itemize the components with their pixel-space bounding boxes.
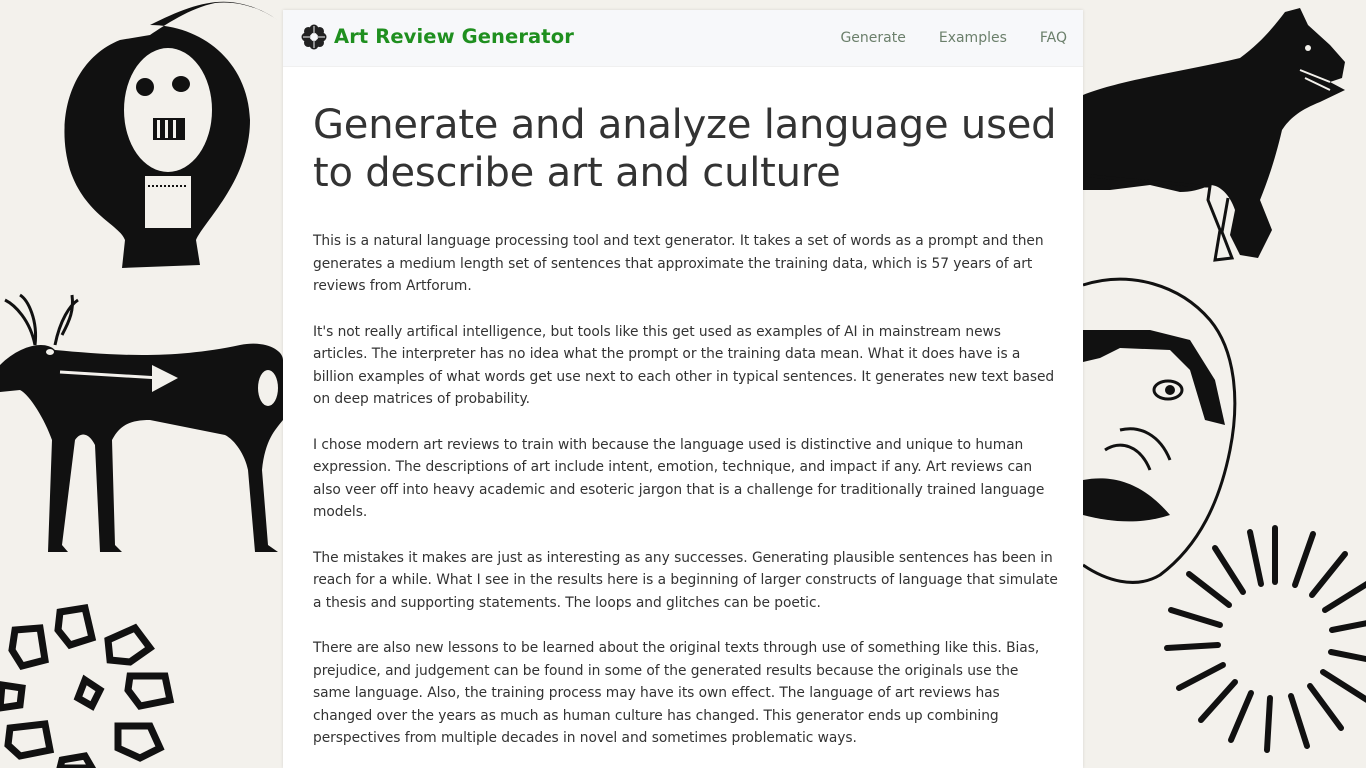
nav-generate[interactable]: Generate [840, 30, 905, 46]
scattered-shapes-illustration [0, 604, 175, 768]
wolf-illustration [1083, 8, 1345, 262]
sunburst-illustration [1164, 525, 1366, 753]
nav-links: Generate Examples FAQ [807, 10, 1067, 66]
flower-medallion-icon [301, 24, 327, 50]
nav-faq[interactable]: FAQ [1040, 30, 1067, 46]
intro-paragraph-1: This is a natural language processing to… [313, 233, 1044, 294]
navbar: Art Review Generator Generate Examples F… [283, 10, 1083, 67]
page-title: Generate and analyze language used to de… [313, 102, 1057, 196]
brand-title: Art Review Generator [334, 25, 574, 48]
main-card: Art Review Generator Generate Examples F… [283, 10, 1083, 768]
intro-paragraph-5: There are also new lessons to be learned… [313, 640, 1040, 746]
brand-link[interactable]: Art Review Generator [301, 23, 574, 51]
intro-paragraph-3: I chose modern art reviews to train with… [313, 436, 1045, 521]
mask-face-illustration [1082, 277, 1237, 584]
main-content: Generate and analyze language used to de… [283, 67, 1083, 750]
deer-illustration [0, 293, 283, 552]
skull-figure-illustration [64, 1, 280, 269]
nav-examples[interactable]: Examples [939, 30, 1007, 46]
intro-paragraph-4: The mistakes it makes are just as intere… [313, 549, 1058, 611]
intro-paragraph-2: It's not really artifical intelligence, … [313, 323, 1055, 408]
